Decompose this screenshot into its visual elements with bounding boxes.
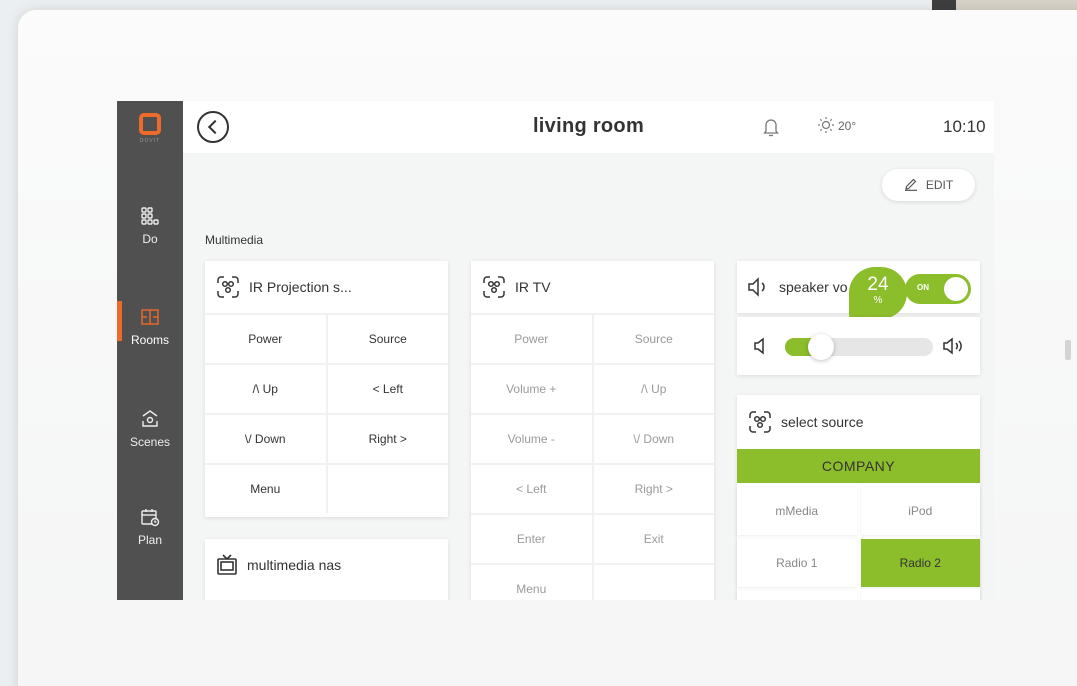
device-bezel-bottom bbox=[18, 600, 1077, 686]
volume-value-bubble: 24 % bbox=[849, 267, 907, 319]
up-button[interactable]: /\ Up bbox=[205, 365, 326, 413]
up-button[interactable]: /\ Up bbox=[593, 365, 714, 413]
card-title: select source bbox=[781, 414, 864, 430]
sidebar-item-do[interactable]: Do bbox=[117, 206, 183, 246]
card-title: IR Projection s... bbox=[249, 279, 352, 295]
volume-slider-card bbox=[737, 317, 980, 375]
dovit-logo-icon bbox=[139, 113, 161, 135]
edit-label: EDIT bbox=[925, 178, 954, 192]
speaker-icon bbox=[748, 277, 765, 297]
menu-button[interactable]: Menu bbox=[471, 565, 592, 600]
card-header: IR Projection s... bbox=[205, 261, 448, 313]
volume-unit: % bbox=[873, 295, 883, 306]
card-header: multimedia nas bbox=[205, 539, 448, 591]
card-header: IR TV bbox=[471, 261, 714, 313]
grid-icon bbox=[141, 207, 159, 225]
power-button[interactable]: Power bbox=[471, 315, 592, 363]
logo-text: DOVIT bbox=[139, 138, 161, 144]
select-source-card: select source COMPANY mMedia iPod Radio … bbox=[737, 395, 980, 600]
ir-projection-card: IR Projection s... Power Source /\ Up < … bbox=[205, 261, 448, 517]
enter-button[interactable]: Enter bbox=[471, 515, 592, 563]
ir-tv-card: IR TV Power Source Volume + /\ Up Volume… bbox=[471, 261, 714, 600]
power-toggle[interactable]: ON bbox=[905, 274, 971, 304]
source-option-radio-1[interactable]: Radio 1 bbox=[737, 539, 857, 587]
rooms-icon bbox=[141, 309, 159, 325]
button-grid: Power Source Volume + /\ Up Volume - \/ … bbox=[471, 313, 714, 600]
device-side-button bbox=[1065, 340, 1071, 360]
sidebar-item-label: Scenes bbox=[129, 435, 171, 449]
button-grid: Power Source /\ Up < Left \/ Down Right … bbox=[205, 313, 448, 513]
volume-down-icon[interactable] bbox=[753, 337, 769, 355]
left-button[interactable]: < Left bbox=[327, 365, 448, 413]
right-button[interactable]: Right > bbox=[593, 465, 714, 513]
volume-up-icon[interactable] bbox=[942, 336, 966, 356]
pencil-icon bbox=[904, 178, 917, 191]
menu-button[interactable]: Menu bbox=[205, 465, 326, 513]
source-option-radio-2[interactable]: Radio 2 bbox=[860, 539, 980, 587]
left-button[interactable]: < Left bbox=[471, 465, 592, 513]
card-title: IR TV bbox=[515, 279, 551, 295]
remote-sensor-icon bbox=[483, 276, 505, 298]
sidebar-item-scenes[interactable]: Scenes bbox=[117, 409, 183, 449]
source-option-mmedia[interactable]: mMedia bbox=[737, 487, 857, 535]
section-title: Multimedia bbox=[205, 233, 264, 247]
temperature: 20° bbox=[838, 119, 857, 133]
sidebar-item-plan[interactable]: Plan bbox=[117, 507, 183, 547]
sidebar: DOVIT Do Rooms Scenes Plan bbox=[117, 101, 183, 600]
card-title: multimedia nas bbox=[247, 557, 342, 573]
toggle-knob bbox=[944, 277, 968, 301]
page-title: living room bbox=[532, 115, 645, 137]
source-button[interactable]: Source bbox=[327, 315, 448, 363]
empty-cell bbox=[327, 465, 448, 513]
volume-down-button[interactable]: Volume - bbox=[471, 415, 592, 463]
sidebar-item-label: Do bbox=[142, 232, 158, 246]
source-option-partial[interactable] bbox=[737, 591, 857, 600]
sidebar-item-label: Rooms bbox=[130, 333, 169, 347]
sidebar-item-label: Plan bbox=[137, 533, 163, 547]
multimedia-nas-card: multimedia nas bbox=[205, 539, 448, 600]
down-button[interactable]: \/ Down bbox=[593, 415, 714, 463]
clock: 10:10 bbox=[943, 117, 986, 136]
exit-button[interactable]: Exit bbox=[593, 515, 714, 563]
scenes-icon bbox=[142, 410, 158, 427]
volume-up-button[interactable]: Volume + bbox=[471, 365, 592, 413]
toggle-label: ON bbox=[917, 283, 929, 292]
sun-icon bbox=[818, 117, 834, 133]
bell-icon[interactable] bbox=[763, 117, 779, 137]
card-title: speaker vo bbox=[779, 279, 848, 295]
right-button[interactable]: Right > bbox=[327, 415, 448, 463]
volume-value: 24 bbox=[867, 274, 889, 295]
source-button[interactable]: Source bbox=[593, 315, 714, 363]
source-group-header[interactable]: COMPANY bbox=[737, 449, 980, 483]
source-option-ipod[interactable]: iPod bbox=[860, 487, 980, 535]
source-options: mMedia iPod Radio 1 Radio 2 bbox=[737, 483, 980, 600]
down-button[interactable]: \/ Down bbox=[205, 415, 326, 463]
calendar-icon bbox=[141, 509, 160, 527]
app-screen: DOVIT Do Rooms Scenes Plan living room 2… bbox=[117, 101, 994, 600]
power-button[interactable]: Power bbox=[205, 315, 326, 363]
edit-button[interactable]: EDIT bbox=[882, 169, 975, 201]
card-header: select source bbox=[737, 395, 980, 449]
remote-sensor-icon bbox=[749, 411, 771, 433]
tv-icon bbox=[217, 554, 237, 575]
top-bar: living room 20° 10:10 bbox=[183, 101, 994, 153]
empty-cell bbox=[593, 565, 714, 600]
remote-sensor-icon bbox=[217, 276, 239, 298]
sidebar-item-rooms[interactable]: Rooms bbox=[117, 307, 183, 347]
source-option-partial[interactable] bbox=[860, 591, 980, 600]
volume-slider-handle[interactable] bbox=[808, 334, 834, 360]
